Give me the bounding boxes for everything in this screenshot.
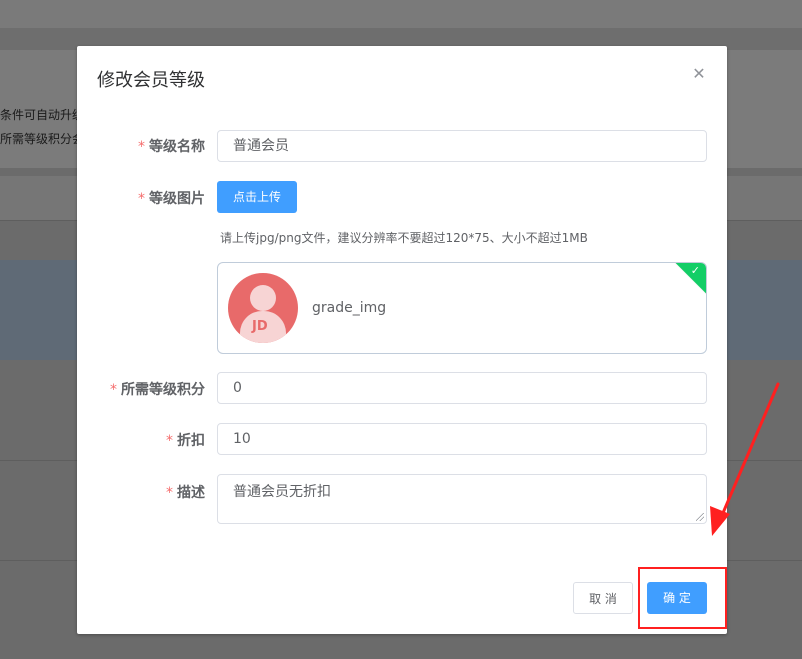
cancel-button[interactable]: 取 消 xyxy=(573,582,633,614)
points-input[interactable]: 0 xyxy=(217,372,707,404)
level-name-label-text: 等级名称 xyxy=(149,139,205,155)
discount-label-text: 折扣 xyxy=(177,433,205,449)
avatar-head xyxy=(250,285,276,311)
file-name: grade_img xyxy=(312,300,387,316)
points-label-text: 所需等级积分 xyxy=(121,382,205,398)
discount-input[interactable]: 10 xyxy=(217,423,707,455)
dialog-title: 修改会员等级 xyxy=(97,70,205,91)
points-label: * 所需等级积分 xyxy=(97,379,205,399)
level-image-label-text: 等级图片 xyxy=(149,191,205,207)
level-image-label: * 等级图片 xyxy=(97,188,205,208)
description-textarea[interactable]: 普通会员无折扣 xyxy=(217,474,707,524)
confirm-highlight-box xyxy=(638,567,727,629)
level-name-label: * 等级名称 xyxy=(97,136,205,156)
required-mark: * xyxy=(166,433,173,449)
required-mark: * xyxy=(166,485,173,501)
edit-member-level-dialog: 修改会员等级 ✕ * 等级名称 普通会员 * 等级图片 点击上传 请上传jpg/pn… xyxy=(77,46,727,634)
annotation-arrow xyxy=(710,382,780,536)
description-label: * 描述 xyxy=(97,482,205,502)
grade-image-thumbnail: JD xyxy=(228,273,298,343)
discount-label: * 折扣 xyxy=(97,430,205,450)
background-header xyxy=(0,0,802,28)
close-icon[interactable]: ✕ xyxy=(691,66,707,82)
background-text-2: 所需等级积分会 xyxy=(0,132,85,146)
level-name-input[interactable]: 普通会员 xyxy=(217,130,707,162)
uploaded-file-item[interactable]: JD grade_img ✓ xyxy=(217,262,707,354)
required-mark: * xyxy=(110,382,117,398)
required-mark: * xyxy=(138,139,145,155)
background-text-1: 条件可自动升级 xyxy=(0,108,85,122)
upload-button[interactable]: 点击上传 xyxy=(217,181,297,213)
description-label-text: 描述 xyxy=(177,485,205,501)
thumbnail-logo-text: JD xyxy=(252,319,268,334)
upload-tip: 请上传jpg/png文件，建议分辨率不要超过120*75、大小不超过1MB xyxy=(220,231,588,245)
check-icon: ✓ xyxy=(690,264,700,277)
description-text: 普通会员无折扣 xyxy=(233,484,331,500)
required-mark: * xyxy=(138,191,145,207)
